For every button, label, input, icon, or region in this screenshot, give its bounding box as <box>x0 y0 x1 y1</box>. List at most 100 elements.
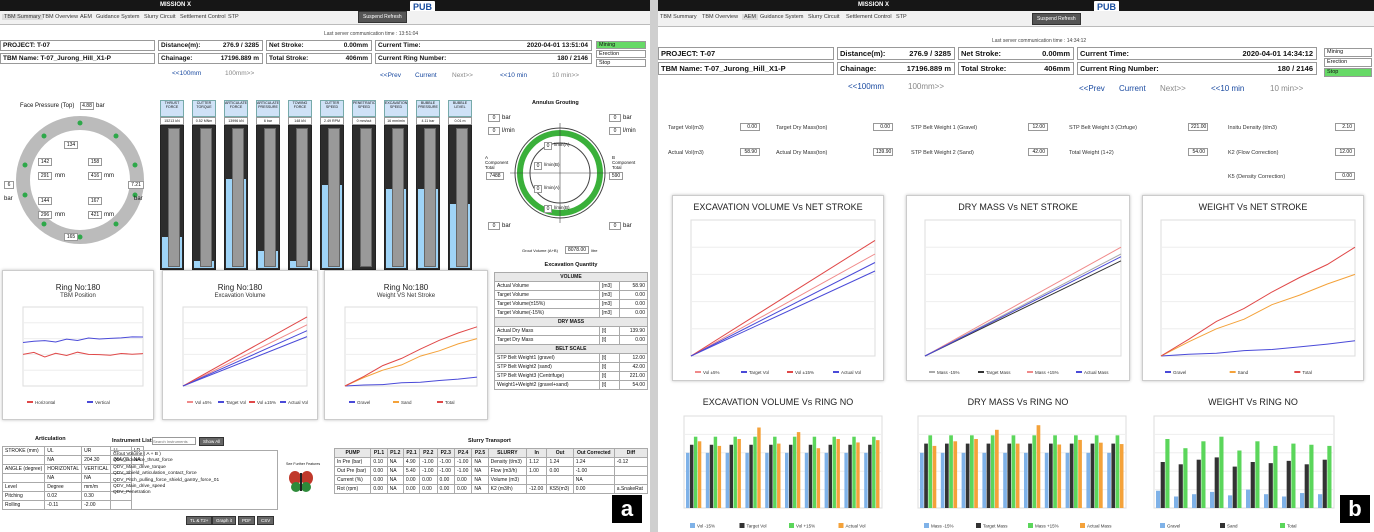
tab-guidance[interactable]: Guidance System <box>96 14 139 20</box>
tab-stp[interactable]: STP <box>896 14 907 20</box>
csv-button[interactable]: CSV <box>257 516 275 525</box>
next-link[interactable]: Next>> <box>452 72 473 79</box>
table-cell: NA <box>386 475 404 485</box>
graph-it-button[interactable]: Graph it <box>212 516 237 525</box>
gauge-track <box>296 128 308 267</box>
table-cell: 0.30 <box>81 491 112 501</box>
next-100mm-link[interactable]: 100mm>> <box>225 70 254 77</box>
next-10min-link[interactable]: 10 min>> <box>1270 84 1303 93</box>
instrument-search-input[interactable] <box>152 437 196 445</box>
total-stroke-field: Total Stroke: 406mm <box>958 62 1074 75</box>
tab-settlement[interactable]: Settlement Control <box>180 14 226 20</box>
next-link[interactable]: Next>> <box>1160 84 1186 93</box>
bar <box>1024 452 1028 508</box>
table-cell: 0.00 <box>453 475 473 485</box>
table-cell <box>1 473 46 483</box>
legend-label: Vol ±15% <box>795 370 814 375</box>
table-cell: 0.10 <box>370 457 388 467</box>
gauge-9: BUBBLE PRESSURE 4.11 bar <box>416 100 440 275</box>
table-cell: mm/m <box>81 482 112 492</box>
list-item[interactable]: QDV_Penetration <box>113 490 275 496</box>
table-cell: 58.90 <box>619 281 648 291</box>
table-row: Rot (rpm) 0.00 NA 0.00 0.00 0.00 0.00 NA K2 (m3/… <box>333 484 649 494</box>
column-header: P2.4 <box>453 448 473 458</box>
total-weight-input[interactable]: 54.00 <box>1188 148 1208 156</box>
dry-mass-ring-chart: Mass -15% Target Mass Mass +15% Actual Mass <box>917 415 1127 529</box>
gauge-track <box>424 128 436 267</box>
gauge-10: BUBBLE LEVEL 0.01 m <box>448 100 472 275</box>
table-cell: 0.00 <box>370 484 388 494</box>
gauge-bar <box>160 125 184 270</box>
legend-label: Actual Vol <box>841 370 861 375</box>
bar <box>705 452 710 508</box>
bar <box>920 452 924 508</box>
gauge-bar <box>448 125 472 270</box>
prev-link[interactable]: <<Prev <box>1079 84 1105 93</box>
tab-tbm-summary[interactable]: TBM Summary <box>2 14 43 20</box>
butterfly-icon[interactable] <box>288 470 314 494</box>
suspend-refresh-button[interactable]: Suspend Refresh <box>358 11 407 23</box>
butterfly-caption: See Further Features <box>286 462 321 466</box>
bar <box>1160 462 1165 508</box>
stp-belt-weight2-input[interactable]: 42.00 <box>1028 148 1048 156</box>
tab-tbm-overview[interactable]: TBM Overview <box>42 14 78 20</box>
insitu-density-input[interactable]: 2.10 <box>1335 123 1355 131</box>
series-line <box>182 316 308 387</box>
current-link[interactable]: Current <box>1119 84 1146 93</box>
target-vol-input[interactable]: 0.00 <box>740 123 760 131</box>
prev-link[interactable]: <<Prev <box>380 72 401 79</box>
gauge-8: EXCAVATION SPEED 16 mm/min <box>384 100 408 275</box>
show-all-button[interactable]: Show All <box>199 437 225 446</box>
gauge-label: BUBBLE PRESSURE <box>416 100 440 117</box>
instrument-list[interactable]: Grout Volume ( A + B ) QDV_Advance_thrust… <box>110 450 278 510</box>
pdf-button[interactable]: PDF <box>238 516 255 525</box>
column-header: P1.1 <box>370 448 388 458</box>
net-stroke-field: Net Stroke: 0.00mm <box>958 47 1074 60</box>
stp-belt-weight1-input[interactable]: 12.00 <box>1028 123 1048 131</box>
top-bar: MISSION X <box>0 0 650 11</box>
bar <box>812 436 817 508</box>
table-row: Out Pre (bar) 0.00 NA 5.40 -1.00 -1.00 -1.00 NA… <box>333 466 649 476</box>
prev-100mm-link[interactable]: <<100mm <box>172 70 201 77</box>
k5-density-correction-input[interactable]: 0.00 <box>1335 172 1355 180</box>
bar <box>777 443 781 508</box>
tab-aem[interactable]: AEM <box>742 14 758 20</box>
suspend-refresh-button[interactable]: Suspend Refresh <box>1032 13 1081 25</box>
tab-slurry[interactable]: Slurry Circuit <box>144 14 175 20</box>
prev-100mm-link[interactable]: <<100mm <box>848 82 884 91</box>
gauge-value: 0.01 m <box>448 117 472 125</box>
gauge-value: 148 kN <box>288 117 312 125</box>
actual-vol-input[interactable]: 58.90 <box>740 148 760 156</box>
prev-10min-link[interactable]: <<10 min <box>1211 84 1244 93</box>
table-cell: STP Belt Weight2 (sand) <box>494 362 600 372</box>
tab-guidance[interactable]: Guidance System <box>760 14 803 20</box>
actual-dry-mass-input[interactable]: 139.90 <box>873 148 893 156</box>
chart-title: Ring No:180 <box>383 283 429 292</box>
gauge-label: CUTTER TORQUE <box>192 100 216 117</box>
current-link[interactable]: Current <box>415 72 437 79</box>
tab-settlement[interactable]: Settlement Control <box>846 14 892 20</box>
distance-field: Distance(m): 276.9 / 3285 <box>837 47 955 60</box>
plot-area <box>344 306 478 387</box>
table-cell: a.SnakeRat <box>613 484 649 494</box>
table-cell: In Pre (bar) <box>333 457 372 467</box>
tab-stp[interactable]: STP <box>228 14 239 20</box>
tbm-name: TBM Name: T-07_Jurong_Hill_X1-P <box>0 53 155 64</box>
tab-aem[interactable]: AEM <box>80 14 92 20</box>
legend-label: Mass +15% <box>1035 524 1059 529</box>
stp-belt-weight3-input[interactable]: 221.00 <box>1188 123 1208 131</box>
tab-tbm-summary[interactable]: TBM Summary <box>660 14 697 20</box>
bar <box>995 429 999 508</box>
table-cell: 0.00 <box>370 466 388 476</box>
prev-10min-link[interactable]: <<10 min <box>500 72 527 79</box>
target-dry-mass-input[interactable]: 0.00 <box>873 123 893 131</box>
tab-tbm-overview[interactable]: TBM Overview <box>702 14 738 20</box>
next-100mm-link[interactable]: 100mm>> <box>908 82 944 91</box>
tab-slurry[interactable]: Slurry Circuit <box>808 14 839 20</box>
gauge-track <box>328 128 340 267</box>
k2-flow-correction-input[interactable]: 12.00 <box>1335 148 1355 156</box>
table-cell: Density (t/m3) <box>487 457 528 467</box>
gauge-track <box>392 128 404 267</box>
next-10min-link[interactable]: 10 min>> <box>552 72 579 79</box>
tl-t2-button[interactable]: TL & T2+ <box>186 516 213 525</box>
